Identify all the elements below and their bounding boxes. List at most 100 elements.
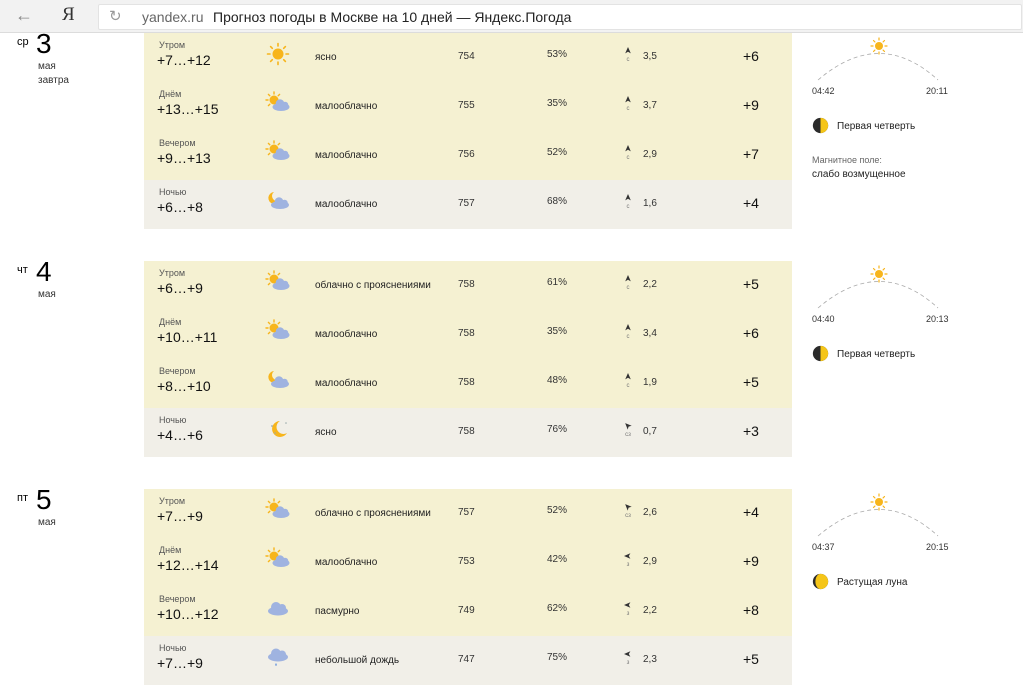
- forecast-row: Вечером +10…+12 пасмурно 749 62% з 2,2 +8: [144, 587, 792, 636]
- wind-arrow-icon: [625, 47, 631, 54]
- feels-like-temperature: +4: [743, 195, 759, 211]
- night-cloudy-icon: [268, 192, 289, 209]
- humidity-value: 53%: [547, 49, 568, 60]
- forecast-row: Утром +7…+12 ясно 754 53% с 3,5 +6: [144, 33, 792, 82]
- partly-cloudy-icon: [265, 547, 290, 567]
- day-block: пт 5 мая Утром +7…+9 облачно с прояснениями 75…: [0, 484, 1023, 685]
- wind-arrow-icon: [624, 553, 631, 559]
- feels-like-temperature: +6: [743, 48, 759, 64]
- period-temperature: +10…+12: [157, 606, 219, 622]
- wind-direction: з: [626, 611, 630, 617]
- reload-icon[interactable]: ↻: [109, 7, 122, 27]
- humidity-value: 68%: [547, 196, 568, 207]
- period-temperature: +7…+12: [157, 52, 211, 68]
- wind-speed: 2,9: [643, 149, 657, 160]
- browser-toolbar: ← Я ↻ yandex.ru Прогноз погоды в Москве …: [0, 0, 1023, 33]
- address-bar[interactable]: ↻ yandex.ru Прогноз погоды в Москве на 1…: [98, 4, 1022, 30]
- magnetic-field-value: слабо возмущенное: [812, 169, 906, 180]
- partly-cloudy-icon: [265, 140, 290, 160]
- wind-speed: 1,9: [643, 377, 657, 388]
- pressure-value: 747: [458, 654, 475, 665]
- humidity-value: 76%: [547, 424, 568, 435]
- period-temperature: +4…+6: [157, 427, 203, 443]
- period-temperature: +7…+9: [157, 508, 203, 524]
- wind-direction: сз: [625, 513, 631, 519]
- feels-like-temperature: +9: [743, 553, 759, 569]
- sun-moon-panel: 04:42 20:11 Первая четверть Магнитное поле:…: [810, 35, 1023, 195]
- pressure-value: 758: [458, 279, 475, 290]
- period-temperature: +6…+9: [157, 280, 203, 296]
- feels-like-temperature: +9: [743, 97, 759, 113]
- humidity-value: 52%: [547, 147, 568, 158]
- page-title: Прогноз погоды в Москве на 10 дней — Янд…: [213, 9, 572, 25]
- feels-like-temperature: +8: [743, 602, 759, 618]
- pressure-value: 757: [458, 198, 475, 209]
- feels-like-temperature: +5: [743, 651, 759, 667]
- forecast-row: Днём +13…+15 малооблачно 755 35% с 3,7 +9: [144, 82, 792, 131]
- period-temperature: +12…+14: [157, 557, 219, 573]
- humidity-value: 61%: [547, 277, 568, 288]
- feels-like-temperature: +6: [743, 325, 759, 341]
- day-relative-label: завтра: [38, 75, 69, 86]
- forecast-row: Утром +6…+9 облачно с прояснениями 758 61% с 2…: [144, 261, 792, 310]
- pressure-value: 758: [458, 377, 475, 388]
- wind-speed: 2,2: [643, 605, 657, 616]
- pressure-value: 753: [458, 556, 475, 567]
- period-temperature: +10…+11: [157, 329, 218, 345]
- rain-icon: [268, 648, 288, 666]
- back-arrow-icon[interactable]: ←: [12, 4, 36, 26]
- sunrise-time: 04:42: [812, 86, 835, 96]
- forecast-table: Утром +6…+9 облачно с прояснениями 758 61% с 2…: [144, 261, 792, 457]
- wind-arrow-icon: [624, 651, 631, 657]
- wind-arrow-icon: [625, 504, 632, 511]
- humidity-value: 48%: [547, 375, 568, 386]
- sunset-time: 20:13: [926, 314, 949, 324]
- humidity-value: 62%: [547, 603, 568, 614]
- sunset-time: 20:11: [926, 86, 948, 96]
- day-of-week: чт: [17, 264, 28, 276]
- condition-text: ясно: [315, 427, 337, 438]
- pressure-value: 749: [458, 605, 475, 616]
- wind-direction: с: [626, 204, 630, 210]
- sunrise-time: 04:37: [812, 542, 835, 552]
- day-month: мая: [38, 517, 56, 528]
- forecast-row: Ночью +4…+6 ясно 758 76% сз 0,7 +3: [144, 408, 792, 457]
- yandex-logo[interactable]: Я: [62, 4, 75, 26]
- forecast-table: Утром +7…+12 ясно 754 53% с 3,5 +6 Днём +13…+15 ма…: [144, 33, 792, 229]
- period-temperature: +9…+13: [157, 150, 211, 166]
- pressure-value: 757: [458, 507, 475, 518]
- humidity-value: 52%: [547, 505, 568, 516]
- wind-speed: 1,6: [643, 198, 657, 209]
- moon-waxing-icon: [812, 573, 829, 590]
- pressure-value: 758: [458, 426, 475, 437]
- wind-direction: с: [626, 155, 630, 161]
- moon-icon: [271, 421, 287, 437]
- partly-cloudy-icon: [265, 319, 290, 339]
- period-temperature: +8…+10: [157, 378, 211, 394]
- wind-direction: с: [626, 285, 630, 291]
- period-name: Ночью: [159, 415, 187, 425]
- wind-arrow-icon: [625, 373, 631, 380]
- humidity-value: 75%: [547, 652, 568, 663]
- feels-like-temperature: +5: [743, 276, 759, 292]
- forecast-table: Утром +7…+9 облачно с прояснениями 757 52% сз…: [144, 489, 792, 685]
- wind-speed: 2,6: [643, 507, 657, 518]
- humidity-value: 42%: [547, 554, 568, 565]
- sunrise-time: 04:40: [812, 314, 835, 324]
- day-number: 4: [36, 256, 52, 287]
- wind-speed: 3,5: [643, 51, 657, 62]
- period-name: Днём: [159, 317, 182, 327]
- forecast-row: Вечером +8…+10 малооблачно 758 48% с 1,9 +5: [144, 359, 792, 408]
- period-name: Утром: [159, 40, 186, 50]
- feels-like-temperature: +4: [743, 504, 759, 520]
- moon-phase-label: Первая четверть: [837, 349, 916, 360]
- wind-speed: 2,9: [643, 556, 657, 567]
- humidity-value: 35%: [547, 326, 568, 337]
- wind-arrow-icon: [625, 145, 631, 152]
- day-number: 5: [36, 484, 52, 515]
- condition-text: малооблачно: [315, 150, 378, 161]
- period-name: Вечером: [159, 138, 196, 148]
- condition-text: малооблачно: [315, 199, 378, 210]
- day-month: мая: [38, 61, 56, 72]
- day-number: 3: [36, 28, 52, 59]
